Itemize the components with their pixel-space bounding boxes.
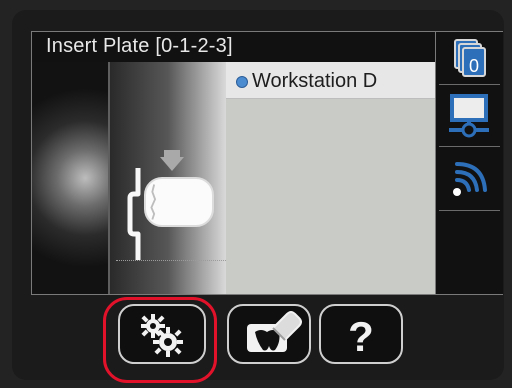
imaging-plate-icon xyxy=(144,177,214,227)
insert-arrow-icon xyxy=(160,157,184,171)
network-display-icon[interactable] xyxy=(439,88,500,146)
workstation-label: Workstation D xyxy=(252,70,378,92)
plate-viewport: Workstation D xyxy=(32,62,435,294)
document-stack-slot[interactable]: 0 xyxy=(439,32,500,85)
wifi-icon[interactable] xyxy=(439,148,500,210)
help-button[interactable]: ? xyxy=(319,304,403,364)
status-icon-column: 0 xyxy=(435,32,503,294)
settings-highlight-ring xyxy=(103,297,217,383)
erase-tooth-icon xyxy=(247,311,302,352)
document-stack-badge: 0 xyxy=(469,56,479,76)
workstation-panel[interactable]: Workstation D xyxy=(226,62,435,294)
workstation-status-dot xyxy=(236,76,248,88)
erase-button[interactable] xyxy=(227,304,311,364)
help-question-mark: ? xyxy=(348,313,374,360)
plate-edge-icon xyxy=(150,184,157,220)
title-bar: Insert Plate [0-1-2-3] xyxy=(32,32,435,63)
scanner-strip xyxy=(32,62,108,294)
dotted-guide-line xyxy=(116,260,226,261)
wifi-slot[interactable] xyxy=(439,148,500,211)
screen-title: Insert Plate [0-1-2-3] xyxy=(46,35,233,57)
document-stack-icon[interactable]: 0 xyxy=(439,32,500,84)
network-display-slot[interactable] xyxy=(439,88,500,147)
workstation-row[interactable]: Workstation D xyxy=(226,62,435,99)
device-frame: Insert Plate [0-1-2-3] Workstation D 0 ? xyxy=(0,0,512,388)
empty-slot xyxy=(439,212,500,294)
display-screen: Insert Plate [0-1-2-3] Workstation D 0 xyxy=(31,31,503,295)
